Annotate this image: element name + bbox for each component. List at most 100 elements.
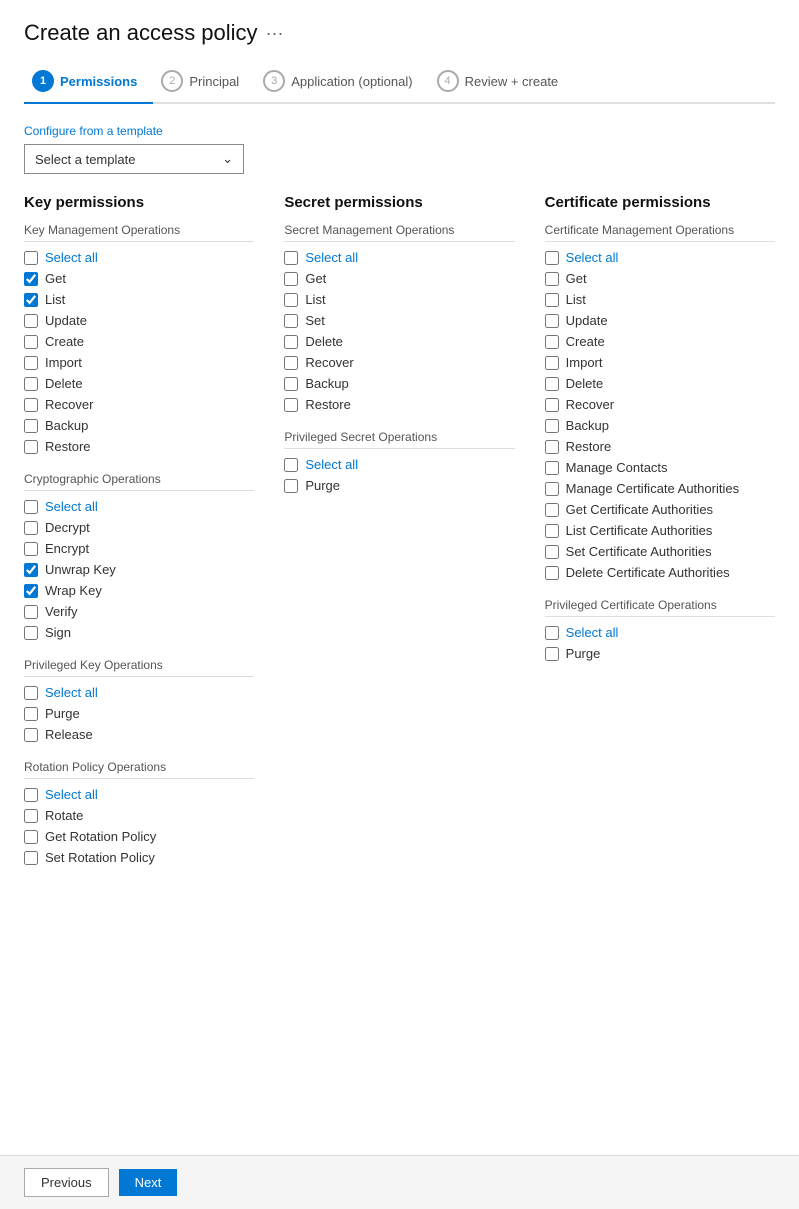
cert-recover-checkbox[interactable] bbox=[545, 398, 559, 412]
key-import-label: Import bbox=[45, 355, 82, 370]
privsecret-select-all-checkbox[interactable] bbox=[284, 458, 298, 472]
cert-manage-contacts-checkbox[interactable] bbox=[545, 461, 559, 475]
secret-set-checkbox[interactable] bbox=[284, 314, 298, 328]
privsecret-select-all-label[interactable]: Select all bbox=[305, 457, 358, 472]
wizard-tabs: 1 Permissions 2 Principal 3 Application … bbox=[24, 62, 775, 104]
cert-list-ca-label: List Certificate Authorities bbox=[566, 523, 713, 538]
list-item: List bbox=[24, 290, 254, 309]
secret-purge-checkbox[interactable] bbox=[284, 479, 298, 493]
secret-recover-checkbox[interactable] bbox=[284, 356, 298, 370]
key-update-checkbox[interactable] bbox=[24, 314, 38, 328]
tab-application[interactable]: 3 Application (optional) bbox=[255, 62, 428, 102]
cert-restore-checkbox[interactable] bbox=[545, 440, 559, 454]
cert-select-all-checkbox[interactable] bbox=[545, 251, 559, 265]
privkey-select-all-label[interactable]: Select all bbox=[45, 685, 98, 700]
key-delete-label: Delete bbox=[45, 376, 83, 391]
secret-delete-checkbox[interactable] bbox=[284, 335, 298, 349]
list-item: Unwrap Key bbox=[24, 560, 254, 579]
secret-select-all-checkbox[interactable] bbox=[284, 251, 298, 265]
crypto-select-all-checkbox[interactable] bbox=[24, 500, 38, 514]
cert-create-checkbox[interactable] bbox=[545, 335, 559, 349]
list-item: Set Certificate Authorities bbox=[545, 542, 775, 561]
page-options-icon[interactable]: ··· bbox=[266, 23, 284, 44]
key-select-all-checkbox[interactable] bbox=[24, 251, 38, 265]
key-rotate-checkbox[interactable] bbox=[24, 809, 38, 823]
cert-purge-checkbox[interactable] bbox=[545, 647, 559, 661]
key-select-all-label[interactable]: Select all bbox=[45, 250, 98, 265]
key-get-rotation-checkbox[interactable] bbox=[24, 830, 38, 844]
list-item: Purge bbox=[24, 704, 254, 723]
cert-delete-checkbox[interactable] bbox=[545, 377, 559, 391]
cert-import-checkbox[interactable] bbox=[545, 356, 559, 370]
list-item: Delete bbox=[24, 374, 254, 393]
cert-list-ca-checkbox[interactable] bbox=[545, 524, 559, 538]
key-restore-checkbox[interactable] bbox=[24, 440, 38, 454]
cert-set-ca-checkbox[interactable] bbox=[545, 545, 559, 559]
previous-button[interactable]: Previous bbox=[24, 1168, 109, 1197]
certificate-permissions-column: Certificate permissions Certificate Mana… bbox=[545, 194, 775, 869]
cert-create-label: Create bbox=[566, 334, 605, 349]
cert-backup-label: Backup bbox=[566, 418, 609, 433]
tab-principal[interactable]: 2 Principal bbox=[153, 62, 255, 102]
key-create-checkbox[interactable] bbox=[24, 335, 38, 349]
cert-import-label: Import bbox=[566, 355, 603, 370]
list-item: List Certificate Authorities bbox=[545, 521, 775, 540]
key-backup-checkbox[interactable] bbox=[24, 419, 38, 433]
secret-list-checkbox[interactable] bbox=[284, 293, 298, 307]
key-decrypt-label: Decrypt bbox=[45, 520, 90, 535]
secret-restore-checkbox[interactable] bbox=[284, 398, 298, 412]
next-button[interactable]: Next bbox=[119, 1169, 178, 1196]
list-item: Sign bbox=[24, 623, 254, 642]
cert-select-all-label[interactable]: Select all bbox=[566, 250, 619, 265]
list-item: Get Rotation Policy bbox=[24, 827, 254, 846]
list-item: Restore bbox=[284, 395, 514, 414]
list-item: Recover bbox=[284, 353, 514, 372]
template-dropdown[interactable]: Select a template ⌄ bbox=[24, 144, 244, 174]
cert-list-checkbox[interactable] bbox=[545, 293, 559, 307]
key-release-checkbox[interactable] bbox=[24, 728, 38, 742]
key-import-checkbox[interactable] bbox=[24, 356, 38, 370]
cert-get-checkbox[interactable] bbox=[545, 272, 559, 286]
privcert-select-all-label[interactable]: Select all bbox=[566, 625, 619, 640]
list-item: Encrypt bbox=[24, 539, 254, 558]
cert-purge-label: Purge bbox=[566, 646, 601, 661]
rotation-select-all-checkbox[interactable] bbox=[24, 788, 38, 802]
template-label: Configure from a template bbox=[24, 124, 775, 138]
key-delete-checkbox[interactable] bbox=[24, 377, 38, 391]
cert-get-ca-checkbox[interactable] bbox=[545, 503, 559, 517]
key-wrapkey-checkbox[interactable] bbox=[24, 584, 38, 598]
list-item: Update bbox=[24, 311, 254, 330]
list-item: Rotate bbox=[24, 806, 254, 825]
key-recover-checkbox[interactable] bbox=[24, 398, 38, 412]
privcert-select-all-checkbox[interactable] bbox=[545, 626, 559, 640]
key-purge-checkbox[interactable] bbox=[24, 707, 38, 721]
key-decrypt-checkbox[interactable] bbox=[24, 521, 38, 535]
crypto-select-all-label[interactable]: Select all bbox=[45, 499, 98, 514]
cert-update-checkbox[interactable] bbox=[545, 314, 559, 328]
key-release-label: Release bbox=[45, 727, 93, 742]
secret-backup-checkbox[interactable] bbox=[284, 377, 298, 391]
key-encrypt-checkbox[interactable] bbox=[24, 542, 38, 556]
key-get-checkbox[interactable] bbox=[24, 272, 38, 286]
key-permissions-header: Key permissions bbox=[24, 194, 254, 211]
cert-delete-label: Delete bbox=[566, 376, 604, 391]
secret-select-all-label[interactable]: Select all bbox=[305, 250, 358, 265]
key-set-rotation-checkbox[interactable] bbox=[24, 851, 38, 865]
tab-review[interactable]: 4 Review + create bbox=[429, 62, 575, 102]
key-verify-checkbox[interactable] bbox=[24, 605, 38, 619]
key-unwrapkey-checkbox[interactable] bbox=[24, 563, 38, 577]
cert-get-ca-label: Get Certificate Authorities bbox=[566, 502, 713, 517]
privkey-select-all-checkbox[interactable] bbox=[24, 686, 38, 700]
cert-restore-label: Restore bbox=[566, 439, 612, 454]
secret-get-checkbox[interactable] bbox=[284, 272, 298, 286]
cert-manage-ca-checkbox[interactable] bbox=[545, 482, 559, 496]
key-list-checkbox[interactable] bbox=[24, 293, 38, 307]
priv-secret-ops-title: Privileged Secret Operations bbox=[284, 430, 514, 444]
cert-delete-ca-checkbox[interactable] bbox=[545, 566, 559, 580]
rotation-select-all-label[interactable]: Select all bbox=[45, 787, 98, 802]
cert-manage-contacts-label: Manage Contacts bbox=[566, 460, 668, 475]
tab-permissions[interactable]: 1 Permissions bbox=[24, 62, 153, 104]
key-sign-checkbox[interactable] bbox=[24, 626, 38, 640]
list-item: List bbox=[545, 290, 775, 309]
cert-backup-checkbox[interactable] bbox=[545, 419, 559, 433]
